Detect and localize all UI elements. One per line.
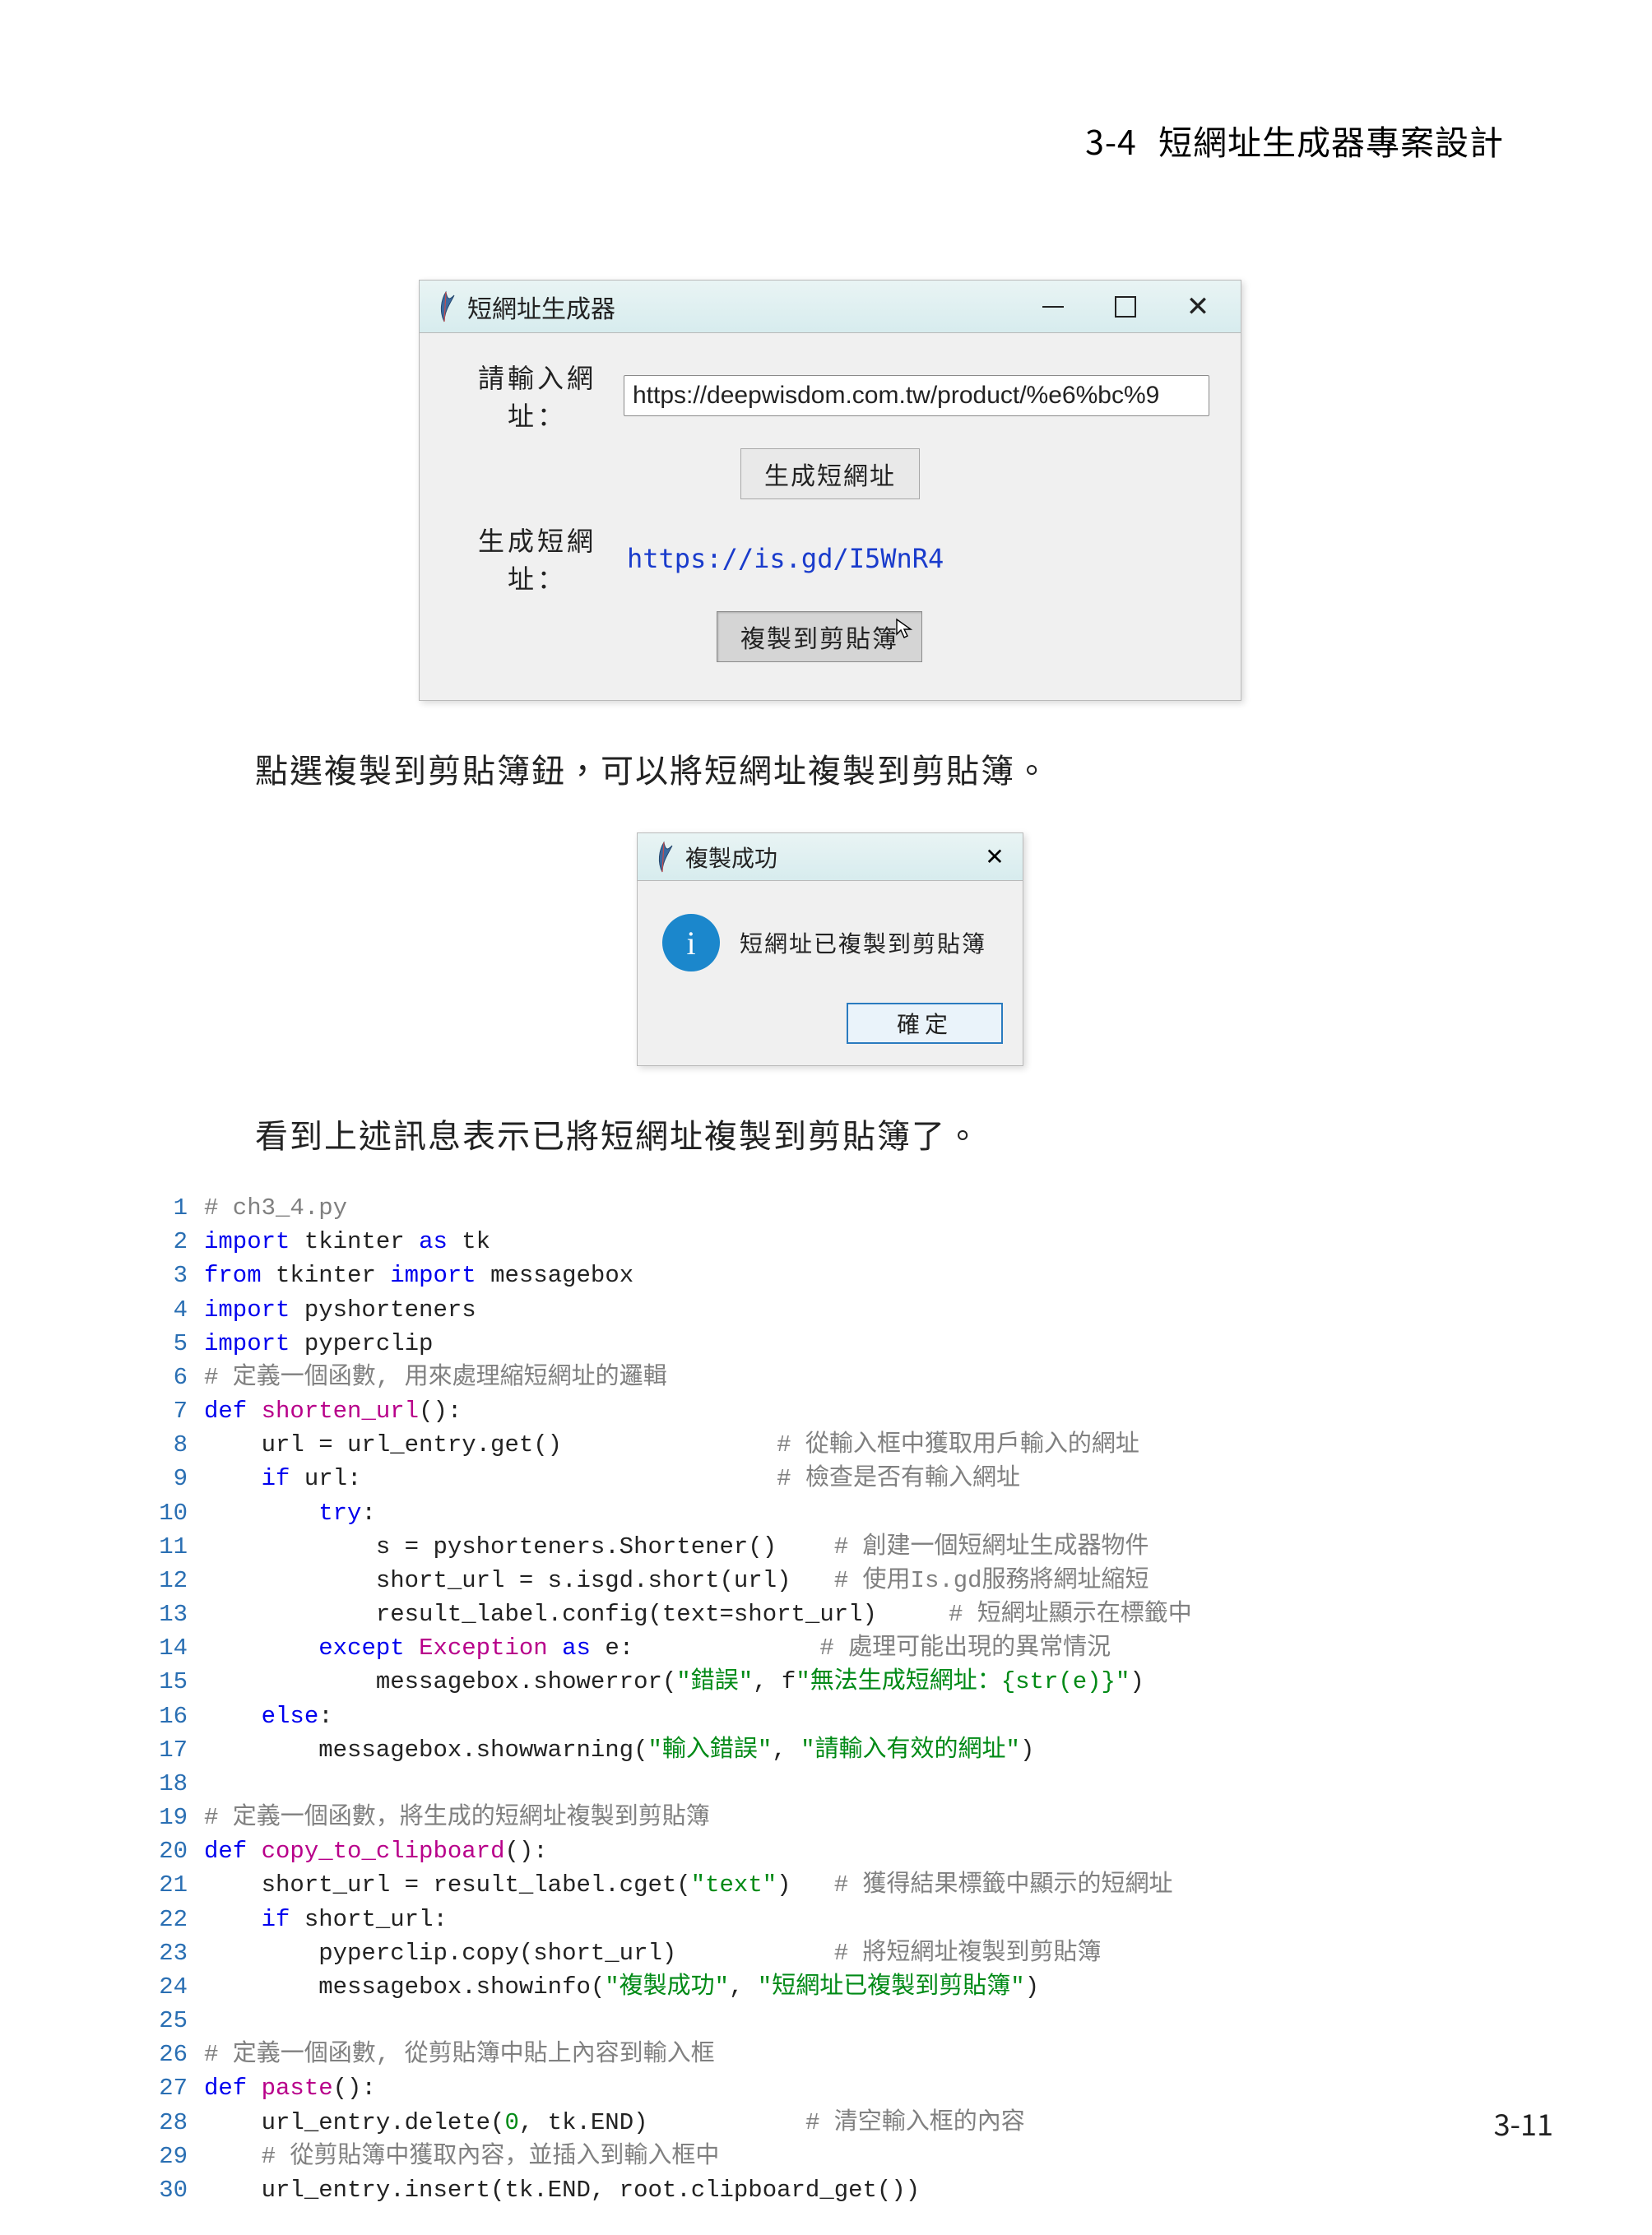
code-line: s = pyshorteners.Shortener() # 創建一個短網址生成… — [204, 1530, 1512, 1564]
code-line: url = url_entry.get() # 從輸入框中獲取用戶輸入的網址 — [204, 1428, 1512, 1462]
code-line: def paste(): — [204, 2071, 1512, 2105]
line-number: 21 — [150, 1868, 204, 1902]
messagebox-ok-button[interactable]: 確定 — [847, 1003, 1003, 1044]
generate-shorturl-button[interactable]: 生成短網址 — [740, 448, 920, 499]
paragraph-2: 看到上述訊息表示已將短網址複製到剪貼簿了。 — [255, 1109, 1512, 1158]
url-input[interactable] — [624, 375, 1209, 416]
line-number: 4 — [150, 1293, 204, 1327]
result-url-label: 生成短網址： — [451, 521, 624, 596]
line-number: 5 — [150, 1327, 204, 1361]
header-title: 短網址生成器專案設計 — [1158, 115, 1504, 165]
code-line: url_entry.delete(0, tk.END) # 清空輸入框的內容 — [204, 2106, 1512, 2140]
messagebox-titlebar[interactable]: 複製成功 ✕ — [638, 833, 1023, 881]
messagebox-info: 複製成功 ✕ i 短網址已複製到剪貼簿 確定 — [637, 832, 1023, 1066]
line-number: 7 — [150, 1394, 204, 1428]
line-number: 15 — [150, 1665, 204, 1699]
code-line: result_label.config(text=short_url) # 短網… — [204, 1597, 1512, 1631]
messagebox-close-button[interactable]: ✕ — [975, 833, 1014, 881]
code-line: short_url = result_label.cget("text") # … — [204, 1868, 1512, 1902]
code-line: from tkinter import messagebox — [204, 1259, 1512, 1292]
code-listing: 1# ch3_4.py2import tkinter as tk3from tk… — [150, 1191, 1512, 2207]
paragraph-1: 點選複製到剪貼簿鈕，可以將短網址複製到剪貼簿。 — [255, 744, 1512, 793]
line-number: 20 — [150, 1834, 204, 1868]
line-number: 25 — [150, 2004, 204, 2038]
line-number: 17 — [150, 1733, 204, 1767]
code-line: import tkinter as tk — [204, 1225, 1512, 1259]
line-number: 22 — [150, 1903, 204, 1936]
code-line: try: — [204, 1496, 1512, 1530]
line-number: 3 — [150, 1259, 204, 1292]
code-line: pyperclip.copy(short_url) # 將短網址複製到剪貼簿 — [204, 1936, 1512, 1970]
mouse-cursor-icon — [894, 618, 916, 639]
line-number: 11 — [150, 1530, 204, 1564]
code-line: def copy_to_clipboard(): — [204, 1834, 1512, 1868]
code-line: if short_url: — [204, 1903, 1512, 1936]
window-title: 短網址生成器 — [467, 289, 615, 325]
copy-to-clipboard-button[interactable]: 複製到剪貼簿 — [717, 611, 922, 662]
line-number: 27 — [150, 2071, 204, 2105]
line-number: 13 — [150, 1597, 204, 1631]
code-line: import pyshorteners — [204, 1293, 1512, 1327]
code-line: except Exception as e: # 處理可能出現的異常情況 — [204, 1631, 1512, 1665]
code-line: else: — [204, 1699, 1512, 1733]
messagebox-body-text: 短網址已複製到剪貼簿 — [740, 926, 986, 959]
code-line — [204, 1767, 1512, 1801]
header-section-number: 3-4 — [1085, 115, 1137, 165]
short-url-result: https://is.gd/I5WnR4 — [624, 543, 944, 574]
code-line: if url: # 檢查是否有輸入網址 — [204, 1462, 1512, 1495]
line-number: 26 — [150, 2038, 204, 2071]
line-number: 1 — [150, 1191, 204, 1225]
page-number: 3-11 — [1494, 2102, 1553, 2145]
line-number: 18 — [150, 1767, 204, 1801]
line-number: 10 — [150, 1496, 204, 1530]
line-number: 2 — [150, 1225, 204, 1259]
tkinter-main-window: 短網址生成器 ✕ 請輸入網址： 生成短網址 生成短網址： https:/ — [419, 280, 1241, 701]
code-line — [204, 2004, 1512, 2038]
code-line: messagebox.showwarning("輸入錯誤", "請輸入有效的網址… — [204, 1733, 1512, 1767]
info-icon: i — [662, 914, 720, 971]
code-line: # 定義一個函數，將生成的短網址複製到剪貼簿 — [204, 1801, 1512, 1834]
code-line: short_url = s.isgd.short(url) # 使用Is.gd服… — [204, 1564, 1512, 1597]
input-url-label: 請輸入網址： — [451, 358, 624, 434]
line-number: 6 — [150, 1361, 204, 1394]
code-line: # 定義一個函數, 從剪貼簿中貼上內容到輸入框 — [204, 2038, 1512, 2071]
line-number: 30 — [150, 2173, 204, 2207]
tk-feather-icon — [652, 841, 675, 874]
code-line: messagebox.showerror("錯誤", f"無法生成短網址：{st… — [204, 1665, 1512, 1699]
code-line: # ch3_4.py — [204, 1191, 1512, 1225]
code-line: # 從剪貼簿中獲取內容，並插入到輸入框中 — [204, 2140, 1512, 2173]
line-number: 19 — [150, 1801, 204, 1834]
line-number: 16 — [150, 1699, 204, 1733]
tk-feather-icon — [434, 290, 457, 323]
window-maximize-button[interactable] — [1089, 281, 1162, 333]
window-close-button[interactable]: ✕ — [1162, 281, 1234, 333]
code-line: url_entry.insert(tk.END, root.clipboard_… — [204, 2173, 1512, 2207]
window-titlebar[interactable]: 短網址生成器 ✕ — [420, 281, 1241, 333]
code-line: def shorten_url(): — [204, 1394, 1512, 1428]
line-number: 29 — [150, 2140, 204, 2173]
line-number: 12 — [150, 1564, 204, 1597]
messagebox-title: 複製成功 — [685, 841, 777, 874]
window-minimize-button[interactable] — [1017, 281, 1089, 333]
code-line: # 定義一個函數, 用來處理縮短網址的邏輯 — [204, 1361, 1512, 1394]
line-number: 8 — [150, 1428, 204, 1462]
line-number: 14 — [150, 1631, 204, 1665]
page-header: 3-4 短網址生成器專案設計 — [148, 115, 1504, 165]
line-number: 9 — [150, 1462, 204, 1495]
code-line: messagebox.showinfo("複製成功", "短網址已複製到剪貼簿"… — [204, 1970, 1512, 2004]
line-number: 28 — [150, 2106, 204, 2140]
code-line: import pyperclip — [204, 1327, 1512, 1361]
line-number: 23 — [150, 1936, 204, 1970]
line-number: 24 — [150, 1970, 204, 2004]
